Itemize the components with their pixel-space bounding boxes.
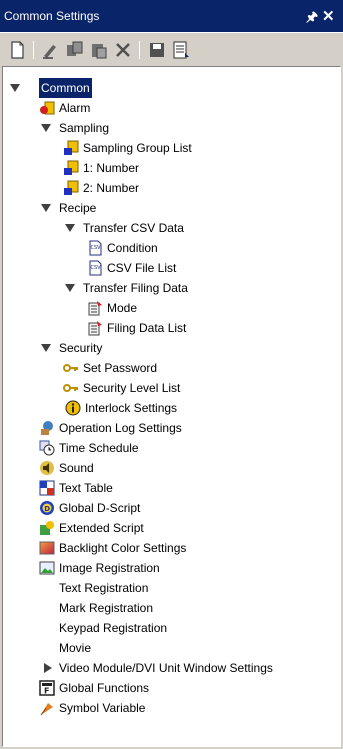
symbol-variable-icon [40, 703, 53, 716]
image-icon [39, 561, 55, 575]
tree-item-set-password[interactable]: Set Password [3, 358, 342, 378]
text-table-icon [39, 480, 55, 496]
csv-file-icon: CSV [89, 240, 102, 256]
d-script-icon: D [40, 501, 54, 515]
tree-item-sound[interactable]: Sound [3, 458, 342, 478]
save-icon[interactable] [146, 39, 168, 61]
backlight-icon [39, 541, 55, 555]
new-icon[interactable] [6, 39, 28, 61]
tree-item-common[interactable]: Common [3, 77, 342, 99]
key-icon [63, 364, 78, 372]
tree-item-time-schedule[interactable]: Time Schedule [3, 438, 342, 458]
svg-text:D: D [44, 505, 50, 513]
tree-item-movie[interactable]: Movie [3, 638, 342, 658]
settings-tree: Common Alarm Sampling Sampling Group Lis… [2, 66, 341, 747]
tree-item-interlock-settings[interactable]: Interlock Settings [3, 398, 342, 418]
tree-item-transfer-filing-data[interactable]: Transfer Filing Data [3, 278, 342, 298]
toolbar-separator [139, 41, 140, 59]
paste-icon[interactable] [88, 39, 110, 61]
tree-item-number-2[interactable]: 2: Number [3, 178, 342, 198]
tree-item-sampling[interactable]: Sampling [3, 118, 342, 138]
operation-log-icon [41, 421, 53, 435]
tree-item-symbol-variable[interactable]: Symbol Variable [3, 698, 342, 718]
schedule-icon [39, 440, 55, 456]
sampling-list-icon [64, 140, 79, 155]
tree-item-keypad-registration[interactable]: Keypad Registration [3, 618, 342, 638]
sampling-item-icon [64, 160, 79, 175]
tree-item-global-d-script[interactable]: D Global D-Script [3, 498, 342, 518]
tree-item-alarm[interactable]: Alarm [3, 98, 342, 118]
expand-arrow-icon[interactable] [44, 663, 52, 673]
sampling-item-icon [64, 180, 79, 195]
tree-item-security[interactable]: Security [3, 338, 342, 358]
copy-icon[interactable] [64, 39, 86, 61]
pin-icon[interactable]: 🖈 [306, 8, 318, 30]
filing-icon [88, 321, 102, 336]
tree-item-sampling-group-list[interactable]: Sampling Group List [3, 138, 342, 158]
tree-item-text-registration[interactable]: Text Registration [3, 578, 342, 598]
sound-icon [40, 461, 54, 475]
collapse-arrow-icon[interactable] [10, 84, 20, 92]
collapse-arrow-icon[interactable] [41, 124, 51, 132]
filing-icon [88, 301, 102, 316]
collapse-arrow-icon[interactable] [41, 344, 51, 352]
svg-text:F: F [44, 687, 49, 696]
tree-item-condition[interactable]: CSV Condition [3, 238, 342, 258]
function-icon: F [39, 680, 55, 696]
tree-item-text-table[interactable]: Text Table [3, 478, 342, 498]
tree-item-transfer-csv-data[interactable]: Transfer CSV Data [3, 218, 342, 238]
alarm-icon [40, 101, 55, 115]
extended-script-icon [40, 521, 54, 535]
collapse-arrow-icon[interactable] [65, 224, 75, 232]
tree-item-image-registration[interactable]: Image Registration [3, 558, 342, 578]
tree-item-recipe[interactable]: Recipe [3, 198, 342, 218]
svg-text:CSV: CSV [91, 265, 102, 271]
delete-icon[interactable] [112, 39, 134, 61]
toolbar-separator [33, 41, 34, 59]
key-icon [63, 384, 78, 392]
toolbar [0, 32, 343, 66]
tree-item-mode[interactable]: Mode [3, 298, 342, 318]
tree-item-csv-file-list[interactable]: CSV CSV File List [3, 258, 342, 278]
collapse-arrow-icon[interactable] [41, 204, 51, 212]
tree-item-filing-data-list[interactable]: Filing Data List [3, 318, 342, 338]
tree-item-mark-registration[interactable]: Mark Registration [3, 598, 342, 618]
tree-item-number-1[interactable]: 1: Number [3, 158, 342, 178]
tree-item-video-module-settings[interactable]: Video Module/DVI Unit Window Settings [3, 658, 342, 678]
list-icon[interactable] [170, 39, 192, 61]
svg-text:CSV: CSV [91, 245, 102, 251]
tree-item-operation-log-settings[interactable]: Operation Log Settings [3, 418, 342, 438]
collapse-arrow-icon[interactable] [65, 284, 75, 292]
tree-item-backlight-color-settings[interactable]: Backlight Color Settings [3, 538, 342, 558]
edit-icon[interactable] [40, 39, 62, 61]
tree-item-security-level-list[interactable]: Security Level List [3, 378, 342, 398]
panel-titlebar: Common Settings 🖈 ✕ [0, 0, 343, 32]
csv-file-icon: CSV [89, 260, 102, 276]
tree-item-global-functions[interactable]: F Global Functions [3, 678, 342, 698]
close-icon[interactable]: ✕ [322, 7, 335, 25]
panel-title: Common Settings [4, 9, 100, 23]
info-icon [65, 400, 81, 416]
tree-item-extended-script[interactable]: Extended Script [3, 518, 342, 538]
